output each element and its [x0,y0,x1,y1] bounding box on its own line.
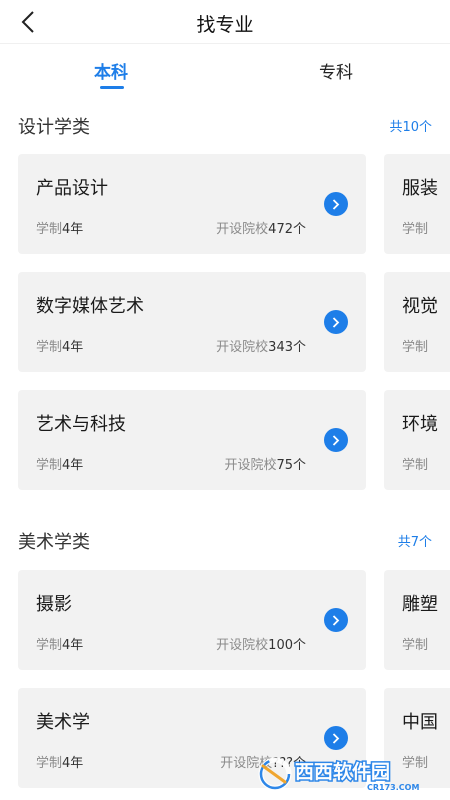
major-name: 雕塑 [402,594,438,615]
page-title: 找专业 [196,14,254,36]
school-count-label: 开设院校 [216,222,269,237]
school-count: 开设院校472个 [216,218,306,237]
study-years-value: 4年 [62,756,84,771]
school-count-label: 开设院校 [216,340,269,355]
degree-tabs: 本科 专科 [0,44,450,94]
study-years-label: 学制 [36,458,63,473]
active-tab-indicator [100,86,124,89]
study-years-label: 学制 [402,222,429,237]
major-name: 产品设计 [36,178,108,199]
section-count-design[interactable]: 共10个 [389,116,432,135]
major-card-partial[interactable]: 视觉 学制 [384,272,450,372]
tab-bachelor[interactable]: 本科 [94,58,128,83]
major-name: 数字媒体艺术 [36,296,144,317]
chevron-right-icon[interactable] [324,608,348,632]
major-name: 艺术与科技 [36,414,126,435]
chevron-right-icon[interactable] [324,310,348,334]
major-card-partial[interactable]: 雕塑 学制 [384,570,450,670]
study-years-value: 4年 [62,222,84,237]
school-count-value: 343个 [268,340,306,355]
school-count-label: 开设院校 [224,458,277,473]
study-years-value: 4年 [62,458,84,473]
study-years-label: 学制 [36,340,63,355]
school-count-value: 75个 [276,458,306,473]
school-count: 开设院校100个 [216,634,306,653]
major-card[interactable]: 产品设计 学制4年 开设院校472个 [18,154,366,254]
section-count-fine-arts[interactable]: 共7个 [398,531,432,550]
study-years: 学制4年 [36,454,83,473]
school-count-label: 开设院校 [216,638,269,653]
major-name: 服装 [402,178,438,199]
major-name: 视觉 [402,296,438,317]
navigation-bar: 找专业 [0,0,450,44]
study-years: 学制4年 [36,336,83,355]
study-years: 学制4年 [36,752,83,771]
major-name: 中国 [402,712,438,733]
watermark-logo: 西西软件园 CR173.COM [255,754,435,794]
chevron-right-icon[interactable] [324,428,348,452]
study-years-label: 学制 [36,222,63,237]
study-years-value: 4年 [62,340,84,355]
school-count-value: 472个 [268,222,306,237]
study-years-label: 学制 [402,638,429,653]
section-title-design: 设计学类 [18,117,90,138]
major-name: 美术学 [36,712,90,733]
major-name: 摄影 [36,594,72,615]
major-card[interactable]: 艺术与科技 学制4年 开设院校75个 [18,390,366,490]
study-years-label: 学制 [402,458,429,473]
study-years-label: 学制 [36,638,63,653]
svg-text:西西软件园: 西西软件园 [295,760,390,783]
study-years-label: 学制 [402,340,429,355]
major-card[interactable]: 摄影 学制4年 开设院校100个 [18,570,366,670]
major-card-partial[interactable]: 服装 学制 [384,154,450,254]
chevron-right-icon[interactable] [324,726,348,750]
watermark-logo-icon: 西西软件园 CR173.COM [258,757,419,792]
study-years-label: 学制 [36,756,63,771]
major-card-partial[interactable]: 环境 学制 [384,390,450,490]
study-years-value: 4年 [62,638,84,653]
school-count-value: 100个 [268,638,306,653]
tab-associate[interactable]: 专科 [319,58,353,83]
study-years: 学制4年 [36,634,83,653]
school-count: 开设院校75个 [224,454,306,473]
chevron-right-icon[interactable] [324,192,348,216]
major-name: 环境 [402,414,438,435]
major-card[interactable]: 数字媒体艺术 学制4年 开设院校343个 [18,272,366,372]
study-years: 学制4年 [36,218,83,237]
school-count: 开设院校343个 [216,336,306,355]
section-title-fine-arts: 美术学类 [18,532,90,553]
svg-text:CR173.COM: CR173.COM [367,783,419,792]
